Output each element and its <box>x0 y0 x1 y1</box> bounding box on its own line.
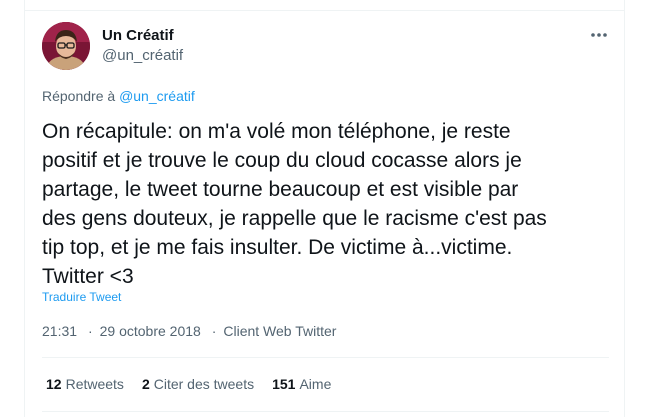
tweet-time[interactable]: 21:31 <box>42 323 77 339</box>
column-border-left <box>24 0 25 417</box>
quotes-stat[interactable]: 2 Citer des tweets <box>142 376 254 392</box>
more-horizontal-icon <box>591 33 607 37</box>
reply-context: Répondre à @un_créatif <box>42 88 195 104</box>
more-options-button[interactable] <box>584 24 614 46</box>
reply-handle-link[interactable]: @un_créatif <box>119 88 195 104</box>
quotes-label: Citer des tweets <box>153 376 255 392</box>
stats-divider-top <box>42 357 609 358</box>
likes-stat[interactable]: 151 Aime <box>272 376 331 392</box>
tweet-date[interactable]: 29 octobre 2018 <box>100 323 201 339</box>
tweet-detail: Un Créatif @un_créatif Répondre à @un_cr… <box>0 0 651 417</box>
reply-prefix: Répondre à <box>42 88 120 104</box>
retweets-count: 12 <box>46 376 62 392</box>
translate-tweet-link[interactable]: Traduire Tweet <box>42 290 121 304</box>
tweet-stats: 12 Retweets 2 Citer des tweets 151 Aime <box>46 376 349 392</box>
tweet-source[interactable]: Client Web Twitter <box>223 323 336 339</box>
column-border-right <box>624 0 625 417</box>
retweets-stat[interactable]: 12 Retweets <box>46 376 124 392</box>
author-name[interactable]: Un Créatif <box>102 27 174 44</box>
likes-label: Aime <box>299 376 332 392</box>
meta-separator: · <box>211 323 217 339</box>
avatar-photo <box>42 22 90 70</box>
avatar[interactable] <box>42 22 90 70</box>
stats-divider-bottom <box>42 411 609 412</box>
meta-separator: · <box>87 323 93 339</box>
tweet-metadata: 21:31 · 29 octobre 2018 · Client Web Twitt… <box>42 323 336 339</box>
retweets-label: Retweets <box>65 376 124 392</box>
author-handle[interactable]: @un_créatif <box>102 47 183 64</box>
tweet-text: On récapitule: on m'a volé mon téléphone… <box>42 120 547 288</box>
top-divider <box>24 10 625 11</box>
quotes-count: 2 <box>141 376 150 392</box>
likes-count: 151 <box>272 376 296 392</box>
